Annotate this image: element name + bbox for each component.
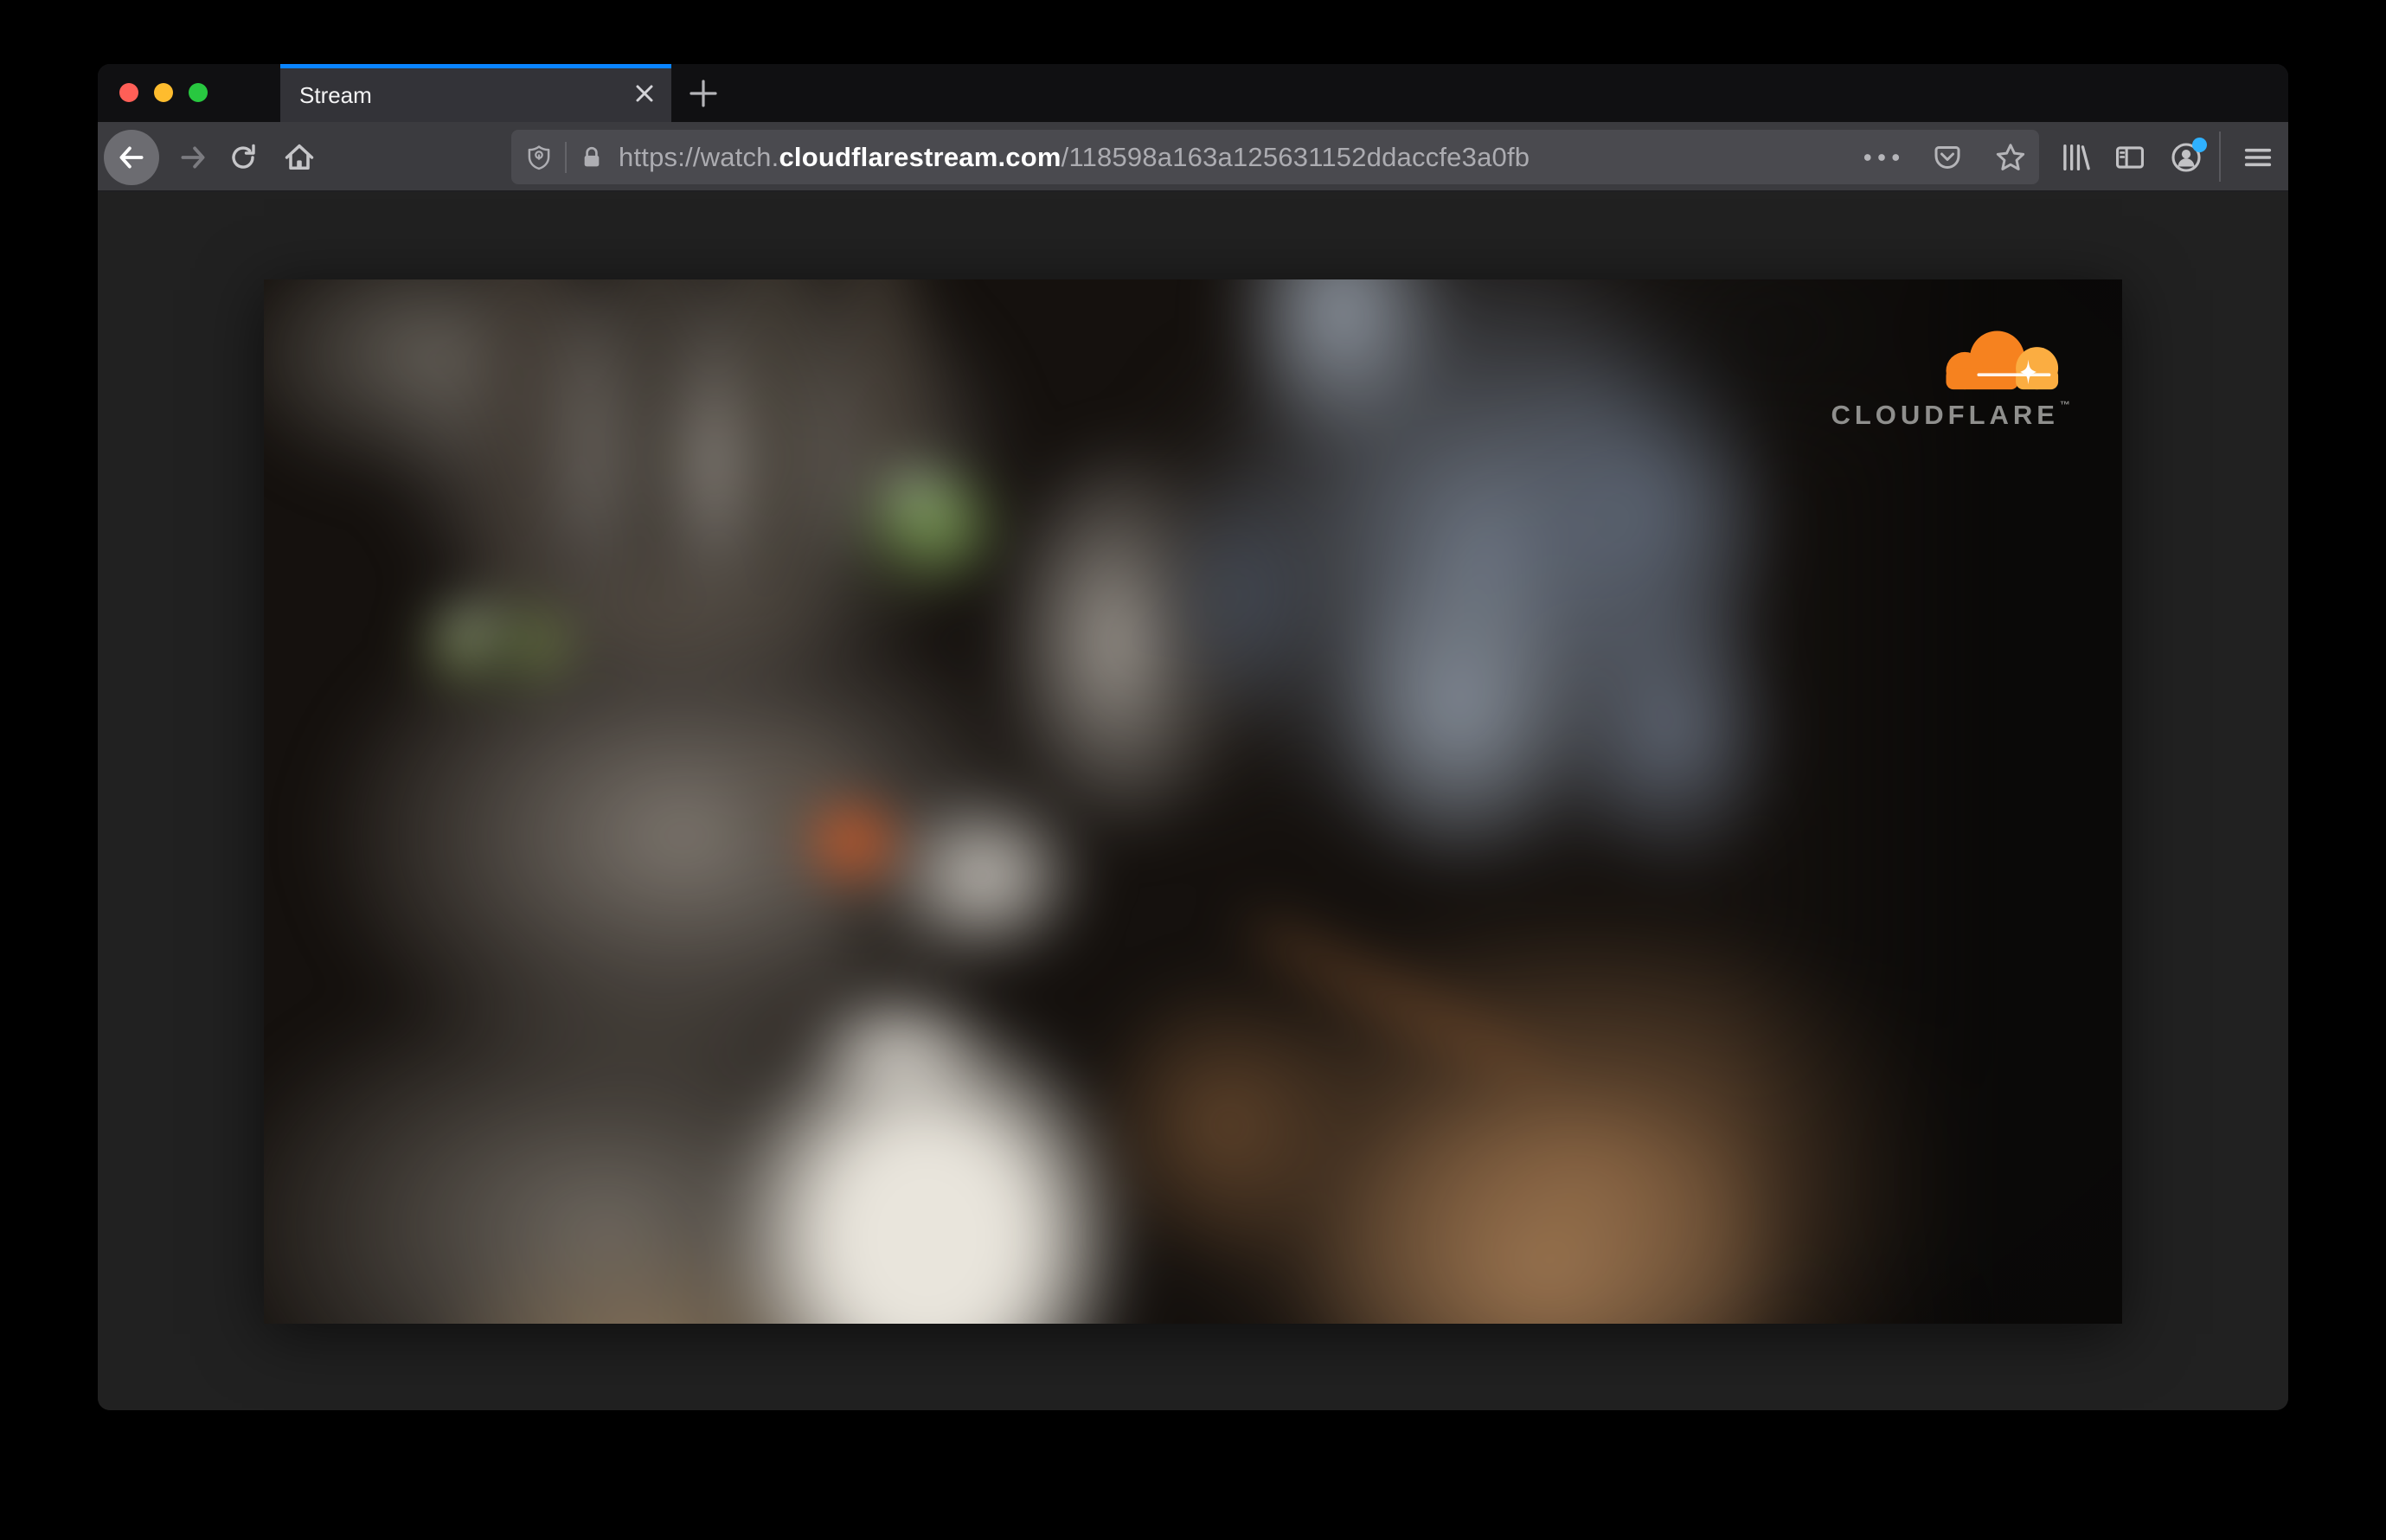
tab-bar: Stream — [98, 64, 2288, 122]
url-text: https://watch.cloudflarestream.com/11859… — [619, 142, 1831, 173]
address-bar[interactable]: https://watch.cloudflarestream.com/11859… — [511, 130, 2039, 184]
bookmark-star-icon[interactable] — [1994, 141, 2027, 174]
home-button[interactable] — [279, 122, 319, 192]
video-player[interactable]: CLOUDFLARE™ — [264, 279, 2122, 1324]
window-zoom-button[interactable] — [189, 83, 208, 102]
url-domain: cloudflarestream.com — [779, 141, 1062, 172]
url-prefix: https://watch. — [619, 141, 779, 172]
cloudflare-cloud-icon — [1946, 330, 2059, 390]
cloudflare-watermark: CLOUDFLARE™ — [1831, 330, 2070, 431]
forward-button[interactable] — [174, 122, 212, 192]
sidebar-icon[interactable] — [2106, 122, 2154, 192]
new-tab-button[interactable] — [686, 76, 721, 111]
trademark-symbol: ™ — [2060, 399, 2070, 411]
lock-icon[interactable] — [579, 144, 605, 170]
page-actions-ellipsis-icon[interactable] — [1863, 152, 1901, 163]
home-icon — [282, 140, 317, 175]
back-button[interactable] — [104, 122, 159, 192]
pocket-icon[interactable] — [1932, 142, 1963, 173]
browser-window: Stream https://watch.cloudflarestream.co… — [98, 64, 2288, 1410]
tab-close-icon[interactable] — [633, 82, 656, 105]
tab-stream[interactable]: Stream — [280, 64, 671, 122]
account-notification-dot — [2192, 138, 2207, 152]
navigation-toolbar: https://watch.cloudflarestream.com/11859… — [98, 122, 2288, 192]
reload-icon — [228, 142, 259, 173]
url-path: /118598a163a125631152ddaccfe3a0fb — [1061, 141, 1530, 172]
cloudflare-wordmark: CLOUDFLARE™ — [1831, 399, 2070, 430]
page-content: CLOUDFLARE™ — [98, 192, 2288, 1410]
library-icon[interactable] — [2050, 122, 2099, 192]
arrow-right-icon — [176, 141, 209, 174]
address-bar-divider — [565, 141, 567, 173]
tracking-protection-shield-icon[interactable] — [525, 144, 553, 171]
reload-button[interactable] — [224, 122, 262, 192]
window-close-button[interactable] — [119, 83, 138, 102]
hamburger-menu-icon[interactable] — [2234, 122, 2282, 192]
tab-title: Stream — [299, 82, 372, 108]
toolbar-divider — [2219, 132, 2221, 182]
window-minimize-button[interactable] — [154, 83, 173, 102]
arrow-left-icon — [104, 129, 159, 185]
account-icon[interactable] — [2162, 122, 2210, 192]
vignette-overlay — [264, 279, 2122, 1324]
